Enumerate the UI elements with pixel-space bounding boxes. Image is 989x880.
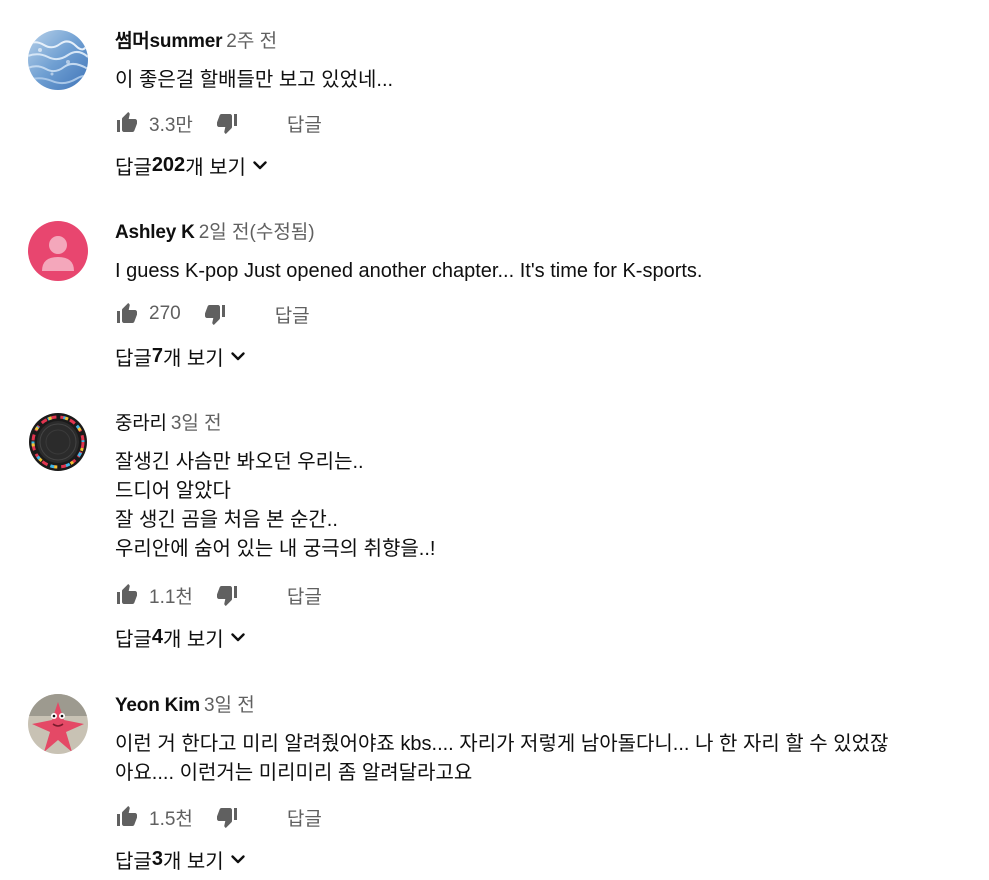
view-replies-prefix: 답글 [115, 156, 152, 179]
replies-count: 202 [151, 153, 186, 176]
comment-line: 이런 거 한다고 미리 알려줬어야죠 kbs.... 자리가 저렇게 남아돌다니… [115, 733, 889, 755]
comment-time[interactable]: 3일 전 [204, 695, 255, 716]
like-count: 3.3만 [149, 114, 193, 136]
comment-line: 잘생긴 사슴만 봐오던 우리는.. [115, 451, 364, 473]
water-avatar-image [28, 30, 88, 90]
comment-header: Yeon Kim 3일 전 [115, 694, 979, 718]
avatar[interactable] [28, 30, 88, 90]
avatar[interactable] [28, 412, 88, 472]
thumbs-down-icon[interactable] [203, 302, 227, 326]
reply-button[interactable]: 답글 [275, 301, 310, 328]
thumbs-up-icon[interactable] [115, 583, 139, 607]
person-icon [28, 221, 88, 281]
view-replies-button[interactable]: 답글 4개 보기 [115, 622, 248, 652]
comment-content: Yeon Kim 3일 전 이런 거 한다고 미리 알려줬어야죠 kbs.... … [115, 694, 979, 873]
thumbs-down-icon[interactable] [215, 583, 239, 607]
comment-text: 잘생긴 사슴만 봐오던 우리는.. 드디어 알았다 잘 생긴 곰을 처음 본 순… [115, 448, 979, 564]
like-count: 1.5천 [149, 808, 193, 830]
view-replies-prefix: 답글 [115, 628, 152, 651]
chevron-down-icon [228, 346, 248, 366]
comment-content: 중라리 3일 전 잘생긴 사슴만 봐오던 우리는.. 드디어 알았다 잘 생긴 곰… [115, 412, 979, 651]
comment-time[interactable]: 3일 전 [171, 413, 222, 434]
comment-time[interactable]: 2주 전 [226, 31, 277, 52]
comment-header: Ashley K 2일 전(수정됨) [115, 221, 979, 245]
comment-content: 썸머summer 2주 전 이 좋은걸 할배들만 보고 있었네... 3.3만 답… [115, 30, 979, 179]
thumbs-down-icon[interactable] [215, 111, 239, 135]
view-replies-suffix: 개 보기 [185, 156, 246, 179]
comment-actions: 3.3만 답글 [115, 108, 322, 138]
chevron-down-icon [228, 627, 248, 647]
like-count: 1.1천 [149, 586, 193, 608]
replies-count: 3 [151, 847, 163, 870]
comment-line: 아요.... 이런거는 미리미리 좀 알려달라고요 [115, 762, 473, 784]
view-replies-suffix: 개 보기 [162, 628, 224, 651]
like-count: 270 [149, 303, 181, 324]
comment-time[interactable]: 2일 전(수정됨) [199, 222, 315, 243]
starfish-avatar-image [28, 694, 88, 754]
reply-button[interactable]: 답글 [287, 110, 322, 137]
comment-actions: 1.5천 답글 [115, 802, 322, 832]
avatar[interactable] [28, 694, 88, 754]
replies-count: 7 [151, 344, 163, 367]
view-replies-prefix: 답글 [115, 347, 152, 370]
comment-text: 이런 거 한다고 미리 알려줬어야죠 kbs.... 자리가 저렇게 남아돌다니… [115, 730, 979, 788]
reply-button[interactable]: 답글 [287, 582, 322, 609]
thumbs-up-icon[interactable] [115, 805, 139, 829]
ring-avatar-image [28, 412, 88, 472]
comment-author[interactable]: Yeon Kim [115, 695, 200, 716]
thumbs-down-icon[interactable] [215, 805, 239, 829]
comment-author[interactable]: 썸머summer [115, 31, 222, 52]
comment-header: 썸머summer 2주 전 [115, 30, 979, 54]
comment-author[interactable]: Ashley K [115, 222, 195, 243]
comment-actions: 270 답글 [115, 299, 310, 329]
view-replies-suffix: 개 보기 [162, 347, 224, 370]
comment-text: 이 좋은걸 할배들만 보고 있었네... [115, 66, 979, 95]
comment-line: I guess K-pop Just opened another chapte… [115, 260, 703, 282]
view-replies-button[interactable]: 답글 7개 보기 [115, 341, 248, 371]
chevron-down-icon [228, 849, 248, 869]
comment-actions: 1.1천 답글 [115, 580, 322, 610]
comment-line: 잘 생긴 곰을 처음 본 순간.. [115, 509, 338, 531]
view-replies-button[interactable]: 답글 3개 보기 [115, 844, 248, 874]
comment-text: I guess K-pop Just opened another chapte… [115, 257, 979, 286]
view-replies-prefix: 답글 [115, 850, 152, 873]
thumbs-up-icon[interactable] [115, 302, 139, 326]
comment-author[interactable]: 중라리 [115, 413, 167, 434]
comment-content: Ashley K 2일 전(수정됨) I guess K-pop Just ope… [115, 221, 979, 370]
comment-line: 이 좋은걸 할배들만 보고 있었네... [115, 69, 394, 91]
view-replies-suffix: 개 보기 [162, 850, 224, 873]
avatar[interactable] [28, 221, 88, 281]
comment-line: 우리안에 숨어 있는 내 궁극의 취향을..! [115, 538, 436, 560]
view-replies-button[interactable]: 답글 202 개 보기 [115, 150, 270, 180]
thumbs-up-icon[interactable] [115, 111, 139, 135]
comment-line: 드디어 알았다 [115, 480, 231, 502]
replies-count: 4 [151, 625, 163, 648]
comment-header: 중라리 3일 전 [115, 412, 979, 436]
chevron-down-icon [250, 155, 270, 175]
reply-button[interactable]: 답글 [287, 804, 322, 831]
